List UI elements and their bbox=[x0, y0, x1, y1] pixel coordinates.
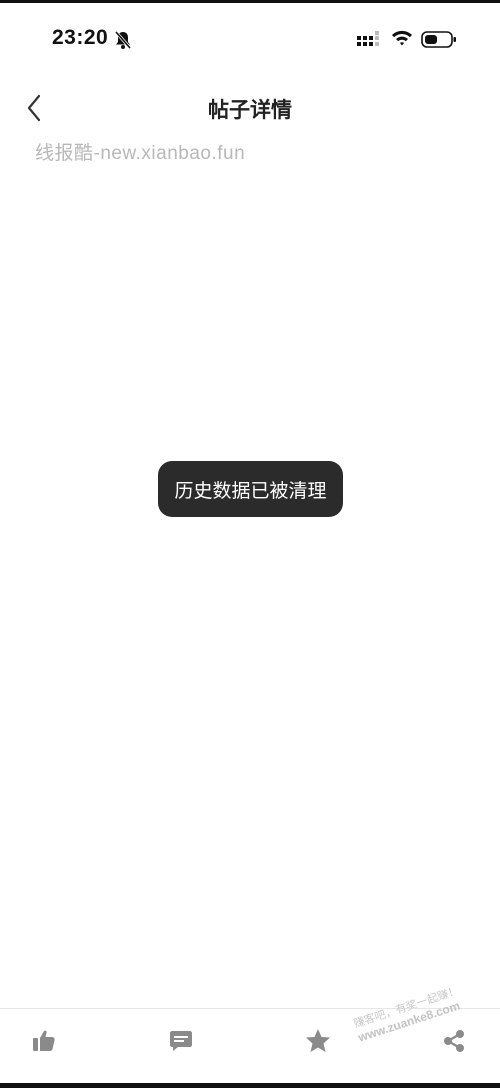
bell-muted-icon bbox=[114, 30, 132, 55]
status-bar: 23:20 bbox=[0, 0, 500, 70]
wifi-icon bbox=[391, 29, 413, 52]
status-time: 23:20 bbox=[52, 26, 109, 49]
like-button[interactable] bbox=[24, 1023, 64, 1063]
battery-icon bbox=[421, 31, 457, 54]
comment-icon bbox=[169, 1029, 193, 1058]
comment-button[interactable] bbox=[161, 1023, 201, 1063]
thumbs-up-icon bbox=[31, 1028, 57, 1059]
page-title: 帖子详情 bbox=[208, 99, 292, 122]
screen-bottom-edge bbox=[0, 1083, 500, 1088]
source-watermark: 线报酷-new.xianbao.fun bbox=[35, 143, 246, 164]
navigation-bar: 帖子详情 bbox=[0, 80, 500, 136]
signal-icon bbox=[357, 31, 383, 54]
favorite-button[interactable] bbox=[298, 1023, 338, 1063]
share-icon bbox=[441, 1028, 467, 1059]
share-button[interactable] bbox=[434, 1023, 474, 1063]
toast-message: 历史数据已被清理 bbox=[158, 461, 343, 517]
star-icon bbox=[304, 1027, 332, 1060]
